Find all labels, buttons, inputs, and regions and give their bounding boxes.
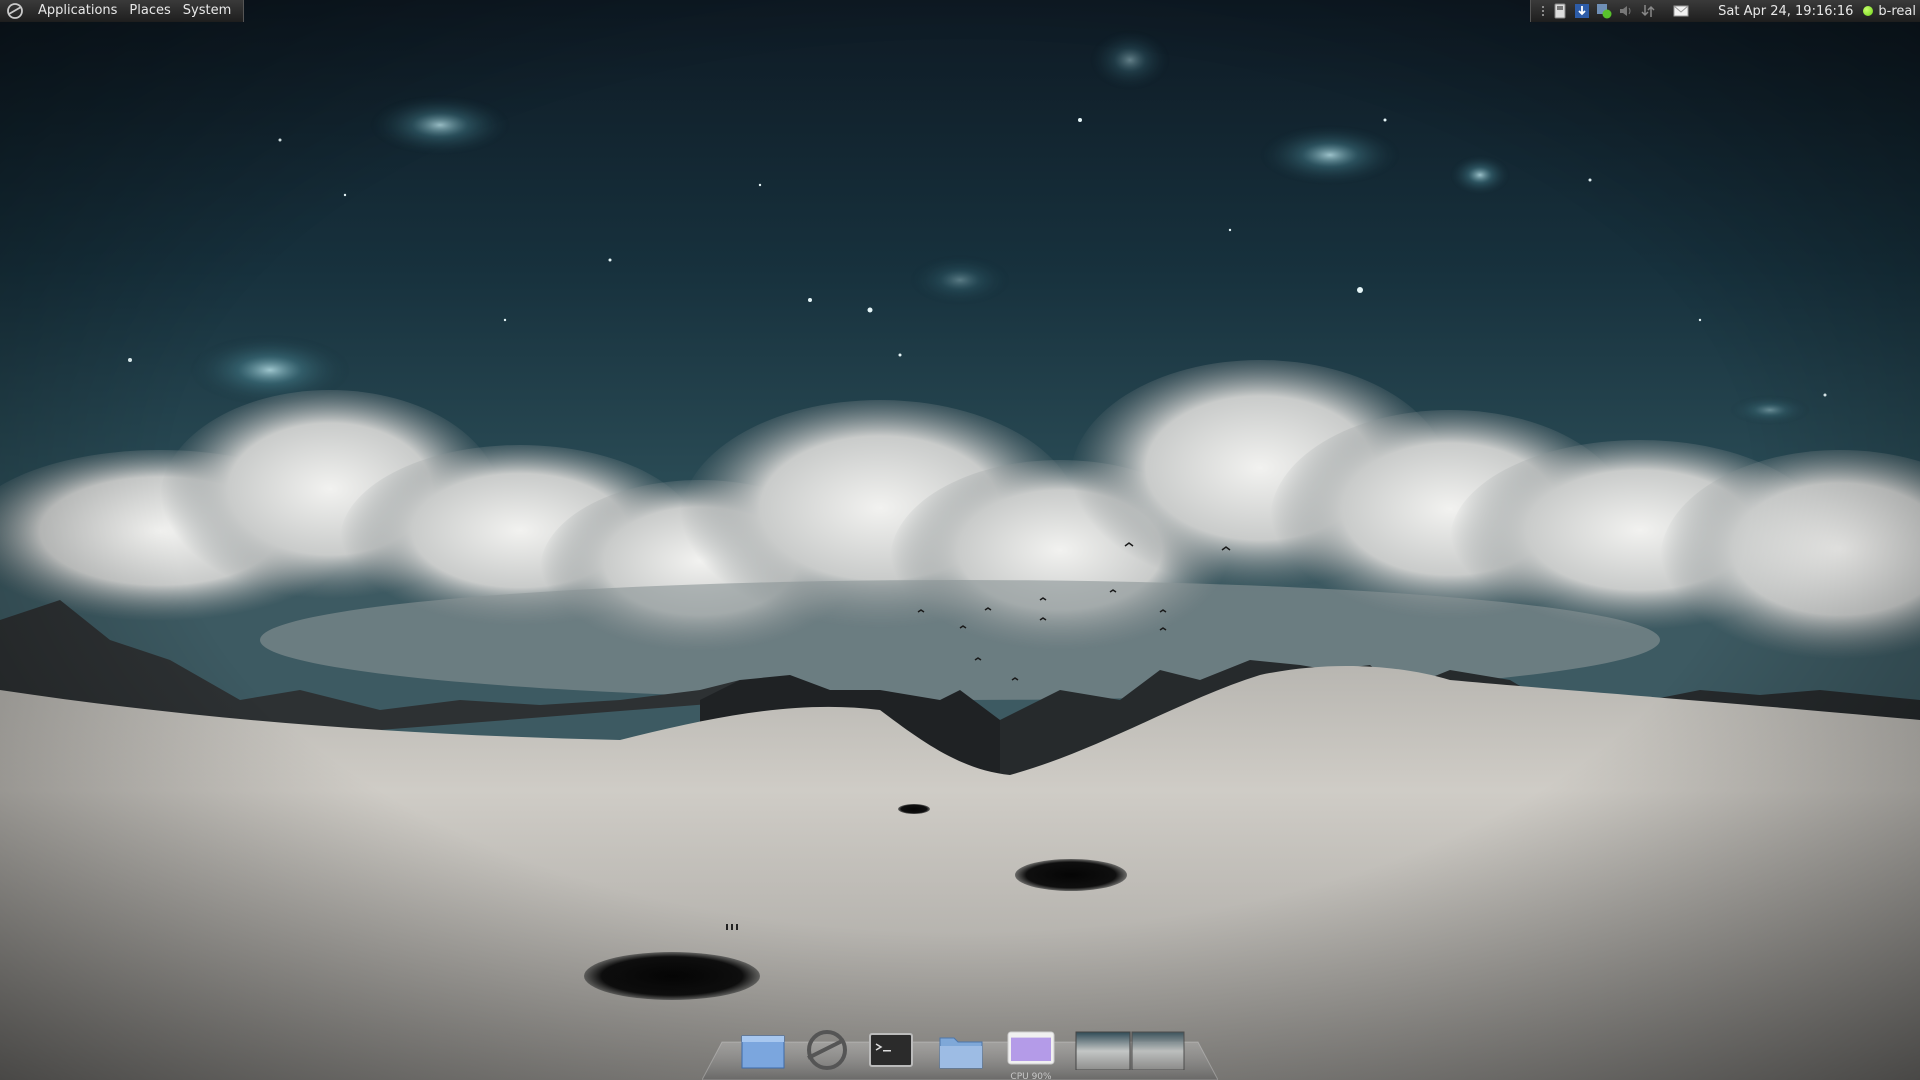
menu-bar: Applications Places System — [0, 0, 245, 22]
online-status-icon — [1863, 6, 1874, 16]
applications-menu[interactable]: Applications — [32, 0, 123, 22]
workspace-switcher-icon — [1075, 1031, 1185, 1070]
dock: CPU 90% — [702, 1018, 1218, 1080]
user-name: b-real — [1878, 3, 1916, 19]
dock-window-launcher[interactable] — [738, 1026, 788, 1070]
mail-icon[interactable] — [1673, 3, 1689, 19]
folder-icon — [939, 1037, 983, 1069]
user-status[interactable]: b-real — [1863, 4, 1916, 19]
chat-status-icon[interactable] — [1596, 3, 1612, 19]
volume-icon[interactable] — [1618, 3, 1634, 19]
system-logo-icon[interactable] — [6, 2, 24, 20]
desktop-wallpaper — [0, 0, 1920, 1080]
cpu-monitor-icon — [1007, 1031, 1055, 1065]
separator-dots-icon — [1542, 6, 1545, 16]
network-icon[interactable] — [1640, 3, 1656, 19]
window-icon — [741, 1035, 785, 1069]
download-arrow-icon[interactable] — [1574, 3, 1590, 19]
places-menu[interactable]: Places — [123, 0, 176, 22]
top-panel: Applications Places System Sat Apr 24, 1… — [0, 0, 1920, 22]
terminal-icon — [869, 1033, 913, 1067]
clock[interactable]: Sat Apr 24, 19:16:16 — [1718, 4, 1853, 19]
removable-drive-icon[interactable] — [1552, 3, 1568, 19]
system-tray: Sat Apr 24, 19:16:16 b-real — [1530, 0, 1920, 22]
dock-browser-launcher[interactable] — [802, 1026, 852, 1070]
browser-e-icon — [807, 1030, 847, 1070]
dock-terminal-launcher[interactable] — [866, 1026, 916, 1070]
dock-folder-launcher[interactable] — [936, 1026, 986, 1070]
system-menu[interactable]: System — [177, 0, 237, 22]
dock-cpu-monitor[interactable]: CPU 90% — [1006, 1026, 1056, 1080]
cpu-usage-label: CPU 90% — [1010, 1072, 1052, 1080]
workspace-switcher[interactable] — [1074, 1026, 1186, 1070]
